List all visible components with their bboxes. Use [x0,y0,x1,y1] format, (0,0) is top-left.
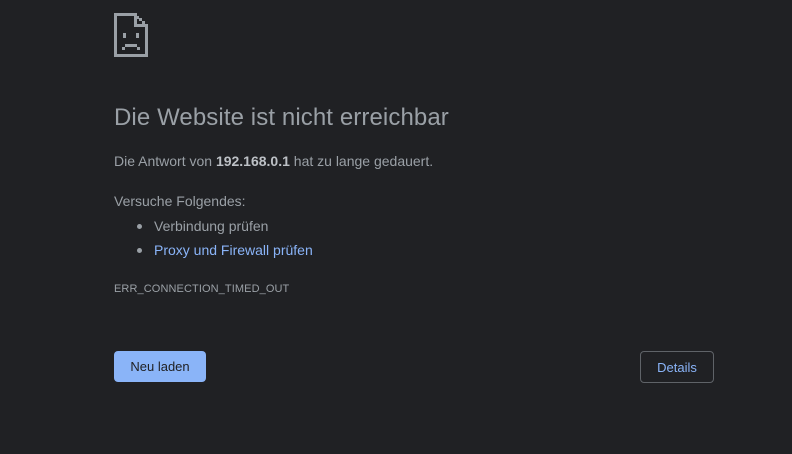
summary-suffix: hat zu lange gedauert. [289,153,434,169]
reload-button[interactable]: Neu laden [114,351,206,382]
error-summary: Die Antwort von 192.168.0.1 hat zu lange… [114,153,433,169]
bullet-icon [137,248,142,253]
suggestion-check-proxy-firewall[interactable]: Proxy und Firewall prüfen [114,241,313,265]
error-code: ERR_CONNECTION_TIMED_OUT [114,283,290,295]
summary-prefix: Die Antwort von [114,153,216,169]
host-address: 192.168.0.1 [215,153,290,169]
bullet-icon [137,224,142,229]
details-button[interactable]: Details [640,351,714,383]
error-headline: Die Website ist nicht erreichbar [114,104,449,131]
suggestion-check-connection: Verbindung prüfen [114,217,313,241]
proxy-firewall-link[interactable]: Proxy und Firewall prüfen [154,242,313,258]
suggestion-label: Verbindung prüfen [154,218,269,234]
suggestions-list: Verbindung prüfen Proxy und Firewall prü… [114,217,313,265]
sad-page-icon [114,13,148,57]
suggestions-title: Versuche Folgendes: [114,193,246,209]
